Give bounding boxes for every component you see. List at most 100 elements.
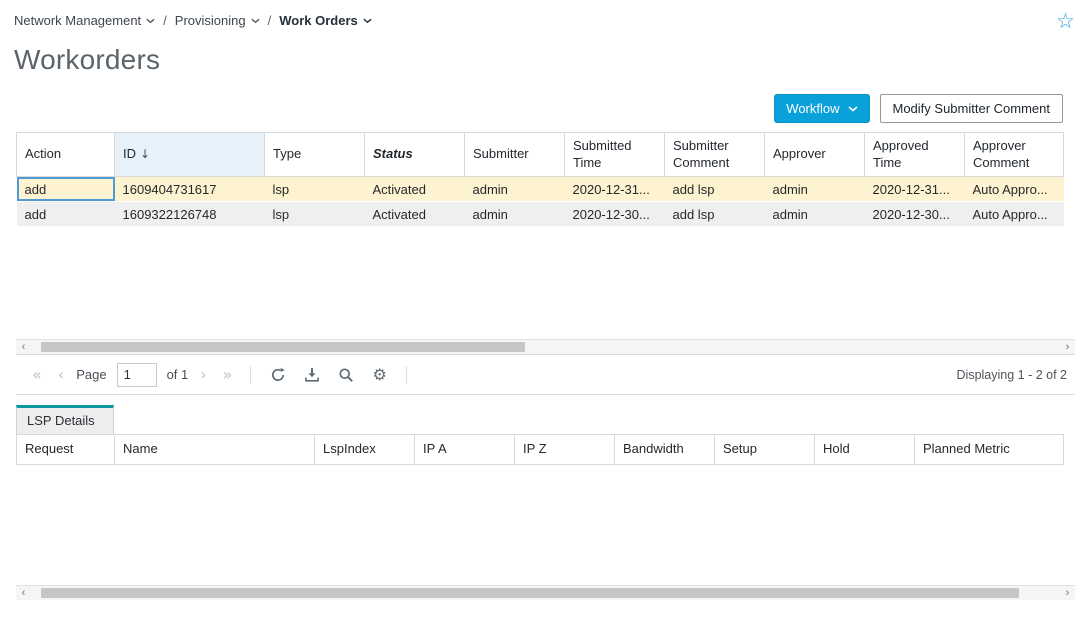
chevron-down-icon xyxy=(848,106,858,112)
cell-approved-time: 2020-12-30... xyxy=(865,202,965,227)
cell-approver: admin xyxy=(765,177,865,202)
cell-approved-time: 2020-12-31... xyxy=(865,177,965,202)
column-header-hold[interactable]: Hold xyxy=(815,435,915,465)
cell-submitted-time: 2020-12-30... xyxy=(565,202,665,227)
first-page-button[interactable]: « xyxy=(24,365,50,384)
breadcrumb-label: Work Orders xyxy=(279,13,358,28)
column-header-approver[interactable]: Approver xyxy=(765,133,865,177)
settings-button[interactable]: ⚙ xyxy=(363,367,395,383)
breadcrumb-label: Provisioning xyxy=(175,13,246,28)
toolbar-separator xyxy=(406,366,407,384)
search-button[interactable] xyxy=(329,367,363,383)
workflow-button[interactable]: Workflow xyxy=(774,94,869,123)
breadcrumb-separator: / xyxy=(163,13,167,28)
download-button[interactable] xyxy=(295,367,329,383)
toolbar-separator xyxy=(250,366,251,384)
column-header-setup[interactable]: Setup xyxy=(715,435,815,465)
next-page-button[interactable]: › xyxy=(192,365,214,384)
breadcrumb: Network Management / Provisioning / Work… xyxy=(14,11,372,28)
cell-status: Activated xyxy=(365,202,465,227)
grid-empty-space xyxy=(16,465,1075,585)
cell-id: 1609322126748 xyxy=(115,202,265,227)
column-header-id[interactable]: ID↓ xyxy=(115,133,265,177)
grid-empty-space xyxy=(16,227,1075,339)
header-row: Action ID↓ Type Status Submitter Submitt… xyxy=(17,133,1064,177)
cell-approver: admin xyxy=(765,202,865,227)
breadcrumb-label: Network Management xyxy=(14,13,141,28)
column-header-type[interactable]: Type xyxy=(265,133,365,177)
scrollbar-track[interactable] xyxy=(31,586,1060,600)
column-header-submitter-comment[interactable]: Submitter Comment xyxy=(665,133,765,177)
prev-page-button[interactable]: ‹ xyxy=(50,365,72,384)
cell-submitter: admin xyxy=(465,177,565,202)
column-header-lspindex[interactable]: LspIndex xyxy=(315,435,415,465)
modify-submitter-comment-button[interactable]: Modify Submitter Comment xyxy=(880,94,1064,123)
cell-type: lsp xyxy=(265,177,365,202)
workflow-button-label: Workflow xyxy=(786,101,839,116)
cell-action: add xyxy=(17,177,115,202)
details-tabstrip: LSP Details xyxy=(16,405,1075,434)
column-header-approved-time[interactable]: Approved Time xyxy=(865,133,965,177)
page-title: Workorders xyxy=(0,36,1091,88)
scrollbar-thumb[interactable] xyxy=(41,588,1019,598)
column-header-approver-comment[interactable]: Approver Comment xyxy=(965,133,1064,177)
cell-action: add xyxy=(17,202,115,227)
breadcrumb-separator: / xyxy=(268,13,272,28)
scroll-right-icon[interactable]: › xyxy=(1060,586,1075,600)
scroll-left-icon[interactable]: ‹ xyxy=(16,586,31,600)
column-header-ip-a[interactable]: IP A xyxy=(415,435,515,465)
scrollbar-thumb[interactable] xyxy=(41,342,525,352)
column-header-bandwidth[interactable]: Bandwidth xyxy=(615,435,715,465)
search-icon xyxy=(338,367,354,383)
cell-status: Activated xyxy=(365,177,465,202)
scroll-right-icon[interactable]: › xyxy=(1060,340,1075,354)
column-header-submitter[interactable]: Submitter xyxy=(465,133,565,177)
lsp-details-grid: Request Name LspIndex IP A IP Z Bandwidt… xyxy=(16,434,1075,600)
displaying-count: Displaying 1 - 2 of 2 xyxy=(957,368,1067,382)
workorders-grid: Action ID↓ Type Status Submitter Submitt… xyxy=(16,132,1075,354)
download-icon xyxy=(304,367,320,383)
chevron-down-icon xyxy=(363,18,372,24)
page-number-input[interactable] xyxy=(117,363,157,387)
lsp-details-table: Request Name LspIndex IP A IP Z Bandwidt… xyxy=(16,434,1064,465)
scrollbar-track[interactable] xyxy=(31,340,1060,354)
cell-submitted-time: 2020-12-31... xyxy=(565,177,665,202)
column-header-action[interactable]: Action xyxy=(17,133,115,177)
last-page-button[interactable]: » xyxy=(215,365,241,384)
favorite-star-icon[interactable]: ☆ xyxy=(1056,11,1075,31)
workorders-table: Action ID↓ Type Status Submitter Submitt… xyxy=(16,132,1064,227)
chevron-down-icon xyxy=(146,18,155,24)
breadcrumb-item-work-orders[interactable]: Work Orders xyxy=(279,13,372,28)
tab-lsp-details[interactable]: LSP Details xyxy=(16,405,114,434)
cell-approver-comment: Auto Appro... xyxy=(965,202,1064,227)
horizontal-scrollbar[interactable]: ‹ › xyxy=(16,585,1075,600)
page-count-label: of 1 xyxy=(167,367,189,382)
column-header-submitted-time[interactable]: Submitted Time xyxy=(565,133,665,177)
scroll-left-icon[interactable]: ‹ xyxy=(16,340,31,354)
sort-desc-icon: ↓ xyxy=(140,147,150,161)
grid-toolbar: Workflow Modify Submitter Comment xyxy=(0,88,1091,132)
cell-submitter: admin xyxy=(465,202,565,227)
column-header-status[interactable]: Status xyxy=(365,133,465,177)
cell-submitter-comment: add lsp xyxy=(665,202,765,227)
breadcrumb-item-provisioning[interactable]: Provisioning xyxy=(175,13,260,28)
gear-icon: ⚙ xyxy=(372,367,386,383)
table-row[interactable]: add 1609322126748 lsp Activated admin 20… xyxy=(17,202,1064,227)
column-header-ip-z[interactable]: IP Z xyxy=(515,435,615,465)
paging-toolbar: « ‹ Page of 1 › » ⚙ Displaying 1 - 2 of … xyxy=(16,354,1075,395)
horizontal-scrollbar[interactable]: ‹ › xyxy=(16,339,1075,354)
cell-submitter-comment: add lsp xyxy=(665,177,765,202)
cell-id: 1609404731617 xyxy=(115,177,265,202)
cell-approver-comment: Auto Appro... xyxy=(965,177,1064,202)
column-header-request[interactable]: Request xyxy=(17,435,115,465)
refresh-icon xyxy=(270,367,286,383)
page-label: Page xyxy=(76,367,106,382)
breadcrumb-item-network-management[interactable]: Network Management xyxy=(14,13,155,28)
header-row: Request Name LspIndex IP A IP Z Bandwidt… xyxy=(17,435,1064,465)
chevron-down-icon xyxy=(251,18,260,24)
top-bar: Network Management / Provisioning / Work… xyxy=(0,0,1091,36)
column-header-planned-metric[interactable]: Planned Metric xyxy=(915,435,1064,465)
refresh-button[interactable] xyxy=(261,367,295,383)
table-row[interactable]: add 1609404731617 lsp Activated admin 20… xyxy=(17,177,1064,202)
column-header-name[interactable]: Name xyxy=(115,435,315,465)
